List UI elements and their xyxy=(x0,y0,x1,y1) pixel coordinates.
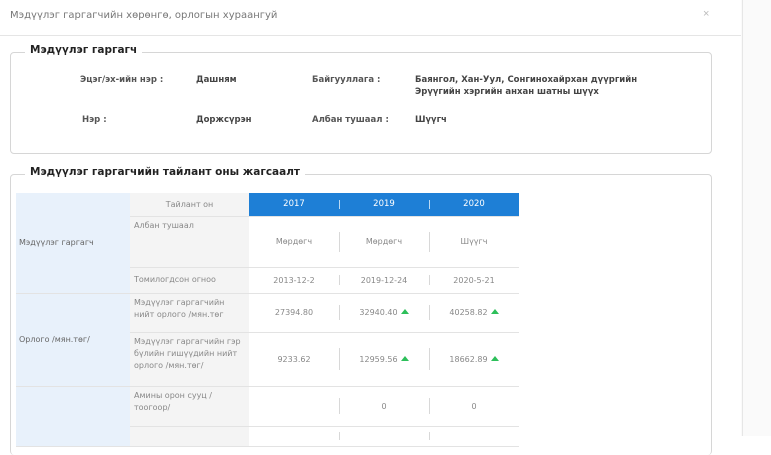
cell-text: 0 xyxy=(381,401,387,411)
cell xyxy=(249,386,339,427)
close-icon[interactable]: × xyxy=(703,8,709,20)
arrow-up-icon xyxy=(400,355,409,361)
table-header-row: Мэдүүлэг гаргагч Тайлант он 2017 2019 20… xyxy=(16,193,519,294)
year-2020: 2020 xyxy=(429,193,519,217)
cell: 12959.56 xyxy=(339,332,429,387)
cell-text: 2020-5-21 xyxy=(453,275,495,285)
table-row: Орлого /мян.төг/ Мэдүүлэг гаргагчийн ний… xyxy=(16,293,519,387)
row-label-family-income: Мэдүүлэг гаргагчийн гэр бүлийн гишүүдийн… xyxy=(130,332,249,387)
scrollbar-track[interactable] xyxy=(741,0,771,436)
arrow-up-icon xyxy=(400,309,409,314)
organization-label: Байгууллага : xyxy=(312,75,381,85)
modal-title: Мэдүүлэг гаргагчийн хөрөнгө, орлогын хур… xyxy=(10,10,278,21)
group-income: Орлого /мян.төг/ xyxy=(16,293,130,387)
cell: Мөрдөгч xyxy=(339,216,429,268)
summary-table: Мэдүүлэг гаргагч Тайлант он 2017 2019 20… xyxy=(16,193,519,447)
organization-value-line1: Баянгол, Хан-Уул, Сонгинохайрхан дүүргий… xyxy=(415,75,638,85)
year-2017: 2017 xyxy=(249,193,339,217)
modal-header: Мэдүүлэг гаргагчийн хөрөнгө, орлогын хур… xyxy=(0,0,741,36)
cell-text: 32940.40 xyxy=(359,308,398,317)
group-declarant: Мэдүүлэг гаргагч xyxy=(16,193,130,294)
cell-text: Мөрдөгч xyxy=(365,237,403,246)
position-label: Албан тушаал : xyxy=(312,115,389,125)
cell xyxy=(429,426,519,447)
row-label-position: Албан тушаал xyxy=(130,216,249,268)
cell: 40258.82 xyxy=(429,293,519,333)
cell-text: 12959.56 xyxy=(359,354,398,364)
cell-text: 0 xyxy=(471,401,477,411)
cell: 27394.80 xyxy=(249,293,339,333)
year-2019-label: 2019 xyxy=(373,199,395,210)
surname-value: Дашням xyxy=(196,75,237,85)
summary-legend: Мэдүүлэг гаргагчийн тайлант оны жагсаалт xyxy=(25,166,305,178)
row-label-next xyxy=(130,426,249,447)
group-assets xyxy=(16,386,130,447)
year-header: Тайлант он xyxy=(130,193,249,217)
cell: 9233.62 xyxy=(249,332,339,387)
cell-text: 40258.82 xyxy=(449,308,488,317)
arrow-up-icon xyxy=(490,355,499,361)
cell-text: 18662.89 xyxy=(449,354,488,364)
organization-value-line2: Эрүүгийн хэргийн анхан шатны шүүх xyxy=(415,87,599,97)
name-label: Нэр : xyxy=(82,115,107,125)
cell: 32940.40 xyxy=(339,293,429,333)
cell: Шүүгч xyxy=(429,216,519,268)
arrow-up-icon xyxy=(490,309,499,314)
cell xyxy=(339,426,429,447)
row-label-income-total: Мэдүүлэг гаргагчийн нийт орлого /мян.төг xyxy=(130,293,249,333)
name-value: Доржсүрэн xyxy=(196,115,252,125)
organization-value: Баянгол, Хан-Уул, Сонгинохайрхан дүүргий… xyxy=(415,74,705,98)
cell: 2020-5-21 xyxy=(429,267,519,294)
position-value: Шүүгч xyxy=(415,115,447,125)
cell: 2019-12-24 xyxy=(339,267,429,294)
cell-text: 2019-12-24 xyxy=(360,275,408,285)
row-label-appointed: Томилогдсон огноо xyxy=(130,267,249,294)
cell xyxy=(249,426,339,447)
divider xyxy=(742,0,743,436)
cell: 18662.89 xyxy=(429,332,519,387)
cell: Мөрдөгч xyxy=(249,216,339,268)
row-label-housing: Амины орон сууц /тоогоор/ xyxy=(130,386,249,427)
declarant-section: Мэдүүлэг гаргагч Эцэг/эх-ийн нэр : Дашня… xyxy=(10,44,712,154)
cell: 0 xyxy=(429,386,519,427)
year-2020-label: 2020 xyxy=(463,199,485,210)
surname-label: Эцэг/эх-ийн нэр : xyxy=(80,75,164,85)
cell-text: Шүүгч xyxy=(460,237,488,246)
table-row: Амины орон сууц /тоогоор/ 0 0 xyxy=(16,386,519,447)
cell: 0 xyxy=(339,386,429,427)
cell: 2013-12-2 xyxy=(249,267,339,294)
year-2019: 2019 xyxy=(339,193,429,217)
declarant-legend: Мэдүүлэг гаргагч xyxy=(25,44,143,56)
